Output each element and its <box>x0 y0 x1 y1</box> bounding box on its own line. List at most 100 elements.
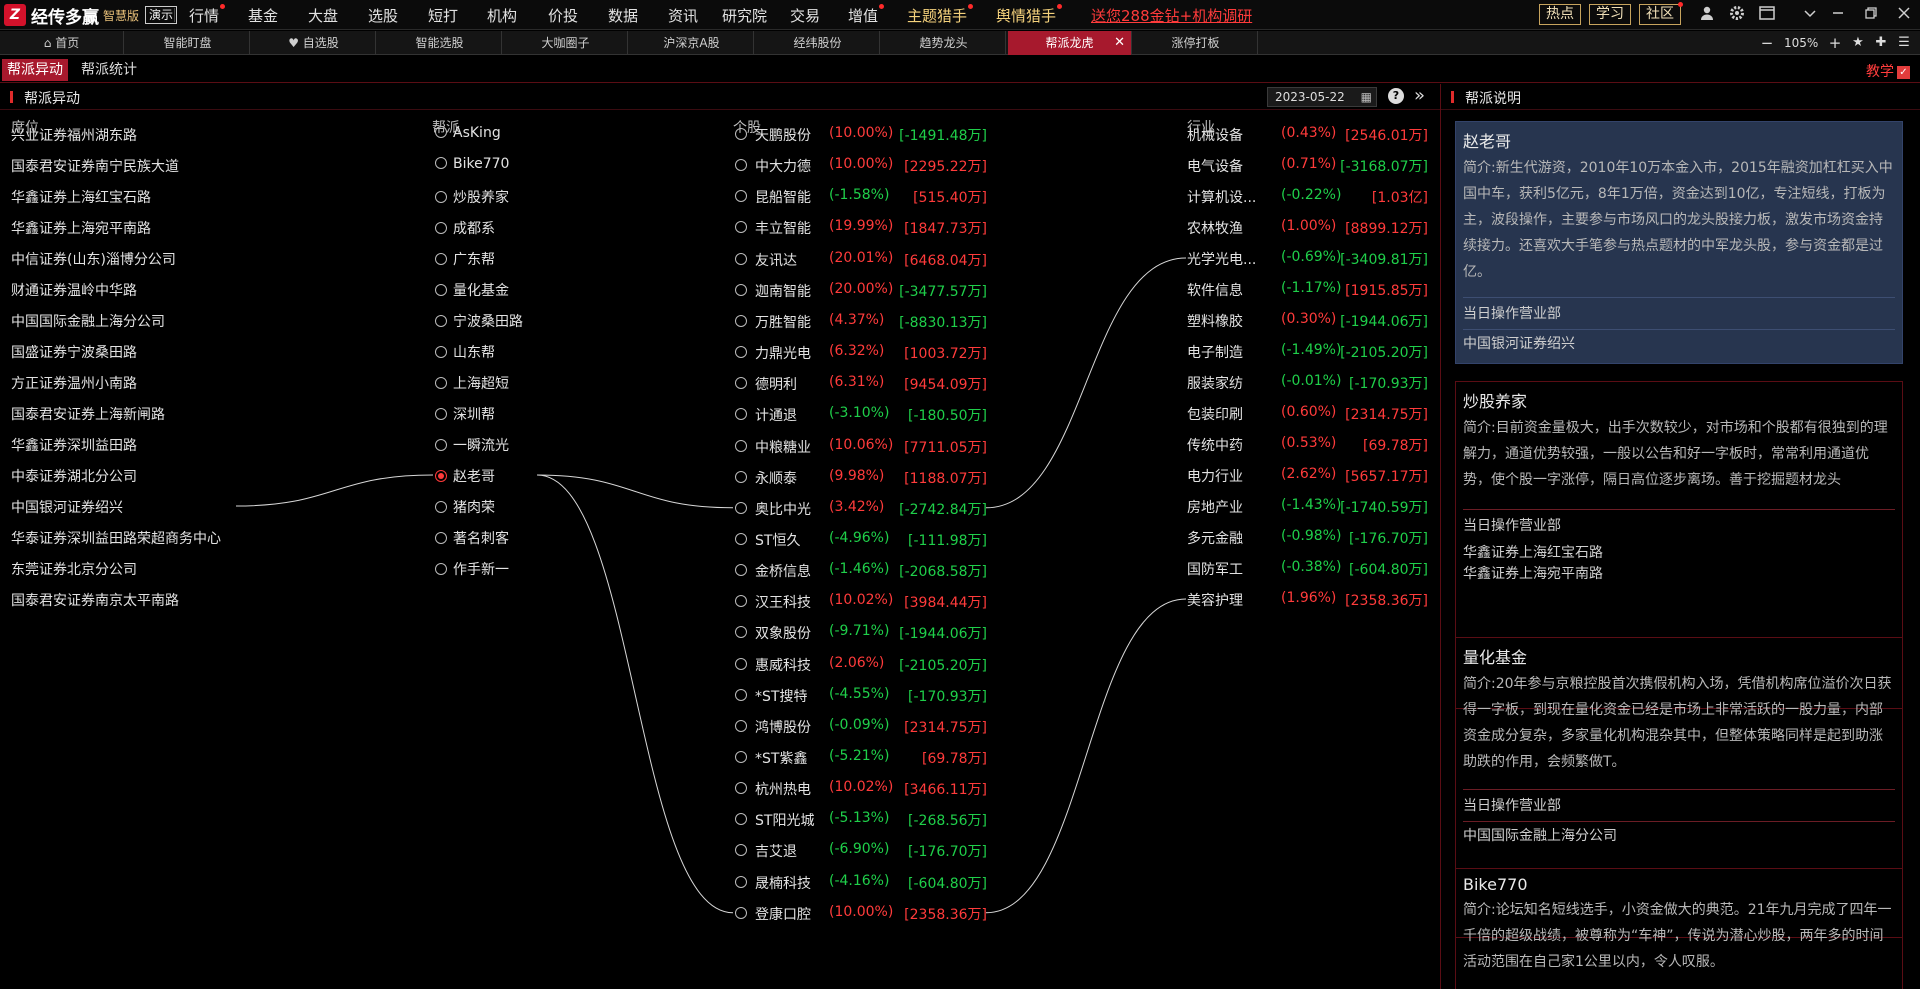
radio-icon[interactable] <box>735 657 747 670</box>
stock-row[interactable]: 汉王科技 (10.02%) [3984.44万] <box>735 592 1005 611</box>
radio-icon[interactable] <box>735 377 747 390</box>
faction-item[interactable]: 赵老哥 <box>435 466 495 486</box>
radio-icon[interactable] <box>735 813 747 826</box>
radio-icon[interactable] <box>435 563 447 575</box>
radio-icon[interactable] <box>735 719 747 732</box>
stock-row[interactable]: 丰立智能 (19.99%) [1847.73万] <box>735 218 1005 237</box>
seat-item[interactable]: 东莞证券北京分公司 <box>11 559 137 579</box>
layout-icon[interactable] <box>1757 5 1777 25</box>
date-picker[interactable]: 2023-05-22 ▦ <box>1267 87 1377 107</box>
stock-row[interactable]: ST恒久 (-4.96%) [-111.98万] <box>735 530 1005 549</box>
radio-icon[interactable] <box>735 782 747 795</box>
faction-item[interactable]: 成都系 <box>435 218 495 238</box>
stock-row[interactable]: 力鼎光电 (6.32%) [1003.72万] <box>735 343 1005 362</box>
user-icon[interactable] <box>1697 5 1717 25</box>
seat-item[interactable]: 华泰证券深圳益田路荣超商务中心 <box>11 528 221 548</box>
industry-row[interactable]: 服装家纺 (-0.01%) [-170.93万] <box>1187 373 1432 392</box>
seat-item[interactable]: 华鑫证券深圳益田路 <box>11 435 137 455</box>
seat-item[interactable]: 国盛证券宁波桑田路 <box>11 342 137 362</box>
menu-market[interactable]: 行情 <box>189 4 226 26</box>
stock-row[interactable]: 友讯达 (20.01%) [6468.04万] <box>735 250 1005 269</box>
menu-theme-hunter[interactable]: 主题猎手 <box>907 4 974 26</box>
faction-item[interactable]: 山东帮 <box>435 342 495 362</box>
industry-row[interactable]: 农林牧渔 (1.00%) [8899.12万] <box>1187 218 1432 237</box>
radio-icon[interactable] <box>735 439 747 452</box>
tab-limit-up[interactable]: 涨停打板 <box>1134 31 1258 55</box>
faction-item[interactable]: 宁波桑田路 <box>435 311 523 331</box>
seat-item[interactable]: 方正证券温州小南路 <box>11 373 137 393</box>
tab-trend-leader[interactable]: 趋势龙头 <box>882 31 1006 55</box>
expand-icon[interactable]: » <box>1414 85 1425 106</box>
faction-item[interactable]: 著名刺客 <box>435 528 509 548</box>
radio-icon[interactable] <box>435 532 447 544</box>
tab-faction-dragon-tiger[interactable]: 帮派龙虎 ✕ <box>1008 31 1132 55</box>
radio-icon[interactable] <box>435 501 447 513</box>
menu-research[interactable]: 研究院 <box>722 5 767 26</box>
menu-index[interactable]: 大盘 <box>308 5 338 26</box>
menu-news[interactable]: 资讯 <box>668 5 698 26</box>
seat-item[interactable]: 中泰证券湖北分公司 <box>11 466 137 486</box>
faction-item[interactable]: 一瞬流光 <box>435 435 509 455</box>
seat-item[interactable]: 中国银河证券绍兴 <box>11 497 123 517</box>
tab-close-icon[interactable]: ✕ <box>1114 31 1125 55</box>
menu-value-added[interactable]: 增值 <box>848 4 885 26</box>
tab-watchlist[interactable]: ♥ 自选股 <box>252 31 376 55</box>
radio-icon[interactable] <box>735 532 747 545</box>
stock-row[interactable]: 中粮糖业 (10.06%) [7711.05万] <box>735 437 1005 456</box>
stock-row[interactable]: 德明利 (6.31%) [9454.09万] <box>735 374 1005 393</box>
stock-row[interactable]: 昆船智能 (-1.58%) [515.40万] <box>735 187 1005 206</box>
industry-row[interactable]: 电子制造 (-1.49%) [-2105.20万] <box>1187 342 1432 361</box>
menu-trade[interactable]: 交易 <box>790 5 820 26</box>
calendar-icon[interactable]: ▦ <box>1361 88 1372 106</box>
radio-icon[interactable] <box>735 595 747 608</box>
stock-row[interactable]: 金桥信息 (-1.46%) [-2068.58万] <box>735 561 1005 580</box>
subtab-faction-stats[interactable]: 帮派统计 <box>76 59 142 81</box>
restore-icon[interactable] <box>1861 5 1881 25</box>
radio-icon[interactable] <box>435 284 447 296</box>
radio-icon[interactable] <box>435 157 447 169</box>
seat-item[interactable]: 国泰君安证券南宁民族大道 <box>11 156 179 176</box>
app-logo[interactable]: Z 经传多赢 智慧版 演示 <box>4 4 178 28</box>
tab-smart-picker[interactable]: 智能选股 <box>378 31 502 55</box>
faction-item[interactable]: 炒股养家 <box>435 187 509 207</box>
radio-icon[interactable] <box>735 906 747 919</box>
radio-icon[interactable] <box>435 377 447 389</box>
menu-value[interactable]: 价投 <box>548 5 578 26</box>
stock-row[interactable]: 登康口腔 (10.00%) [2358.36万] <box>735 904 1005 923</box>
industry-row[interactable]: 包装印刷 (0.60%) [2314.75万] <box>1187 404 1432 423</box>
faction-card-zhaolaoge[interactable]: 赵老哥 简介:新生代游资，2010年10万本金入市，2015年融资加杠杠买入中国… <box>1455 121 1903 364</box>
seat-item[interactable]: 中信证券(山东)淄博分公司 <box>11 249 176 269</box>
stock-row[interactable]: 永顺泰 (9.98%) [1188.07万] <box>735 468 1005 487</box>
menu-stock-picker[interactable]: 选股 <box>368 5 398 26</box>
radio-icon[interactable] <box>435 346 447 358</box>
stock-row[interactable]: 天鹏股份 (10.00%) [-1491.48万] <box>735 125 1005 144</box>
subtab-faction-moves[interactable]: 帮派异动 <box>2 59 68 81</box>
radio-icon[interactable] <box>735 501 747 514</box>
radio-icon[interactable] <box>735 314 747 327</box>
add-tab-icon[interactable]: ✚ <box>1872 31 1890 55</box>
seat-item[interactable]: 财通证券温岭中华路 <box>11 280 137 300</box>
stock-row[interactable]: 计通退 (-3.10%) [-180.50万] <box>735 405 1005 424</box>
radio-icon[interactable] <box>735 252 747 265</box>
list-icon[interactable]: ☰ <box>1895 31 1913 55</box>
stock-row[interactable]: *ST紫鑫 (-5.21%) [69.78万] <box>735 748 1005 767</box>
faction-item[interactable]: AsKing <box>435 125 501 141</box>
faction-item[interactable]: 深圳帮 <box>435 404 495 424</box>
industry-row[interactable]: 美容护理 (1.96%) [2358.36万] <box>1187 590 1432 609</box>
faction-item[interactable]: 上海超短 <box>435 373 509 393</box>
stock-row[interactable]: 双象股份 (-9.71%) [-1944.06万] <box>735 623 1005 642</box>
radio-icon[interactable] <box>435 439 447 451</box>
tab-a-shares[interactable]: 沪深京A股 <box>630 31 754 55</box>
radio-icon[interactable] <box>735 159 747 172</box>
zoom-out-icon[interactable]: − <box>1758 31 1776 55</box>
faction-item[interactable]: Bike770 <box>435 156 509 172</box>
radio-icon[interactable] <box>735 564 747 577</box>
radio-icon[interactable] <box>735 844 747 857</box>
menu-data[interactable]: 数据 <box>608 5 638 26</box>
stock-row[interactable]: 吉艾退 (-6.90%) [-176.70万] <box>735 841 1005 860</box>
demo-badge[interactable]: 演示 <box>145 6 178 24</box>
gear-icon[interactable] <box>1727 5 1747 25</box>
radio-icon[interactable] <box>735 190 747 203</box>
stock-row[interactable]: 奥比中光 (3.42%) [-2742.84万] <box>735 499 1005 518</box>
seat-item[interactable]: 中国国际金融上海分公司 <box>11 311 165 331</box>
